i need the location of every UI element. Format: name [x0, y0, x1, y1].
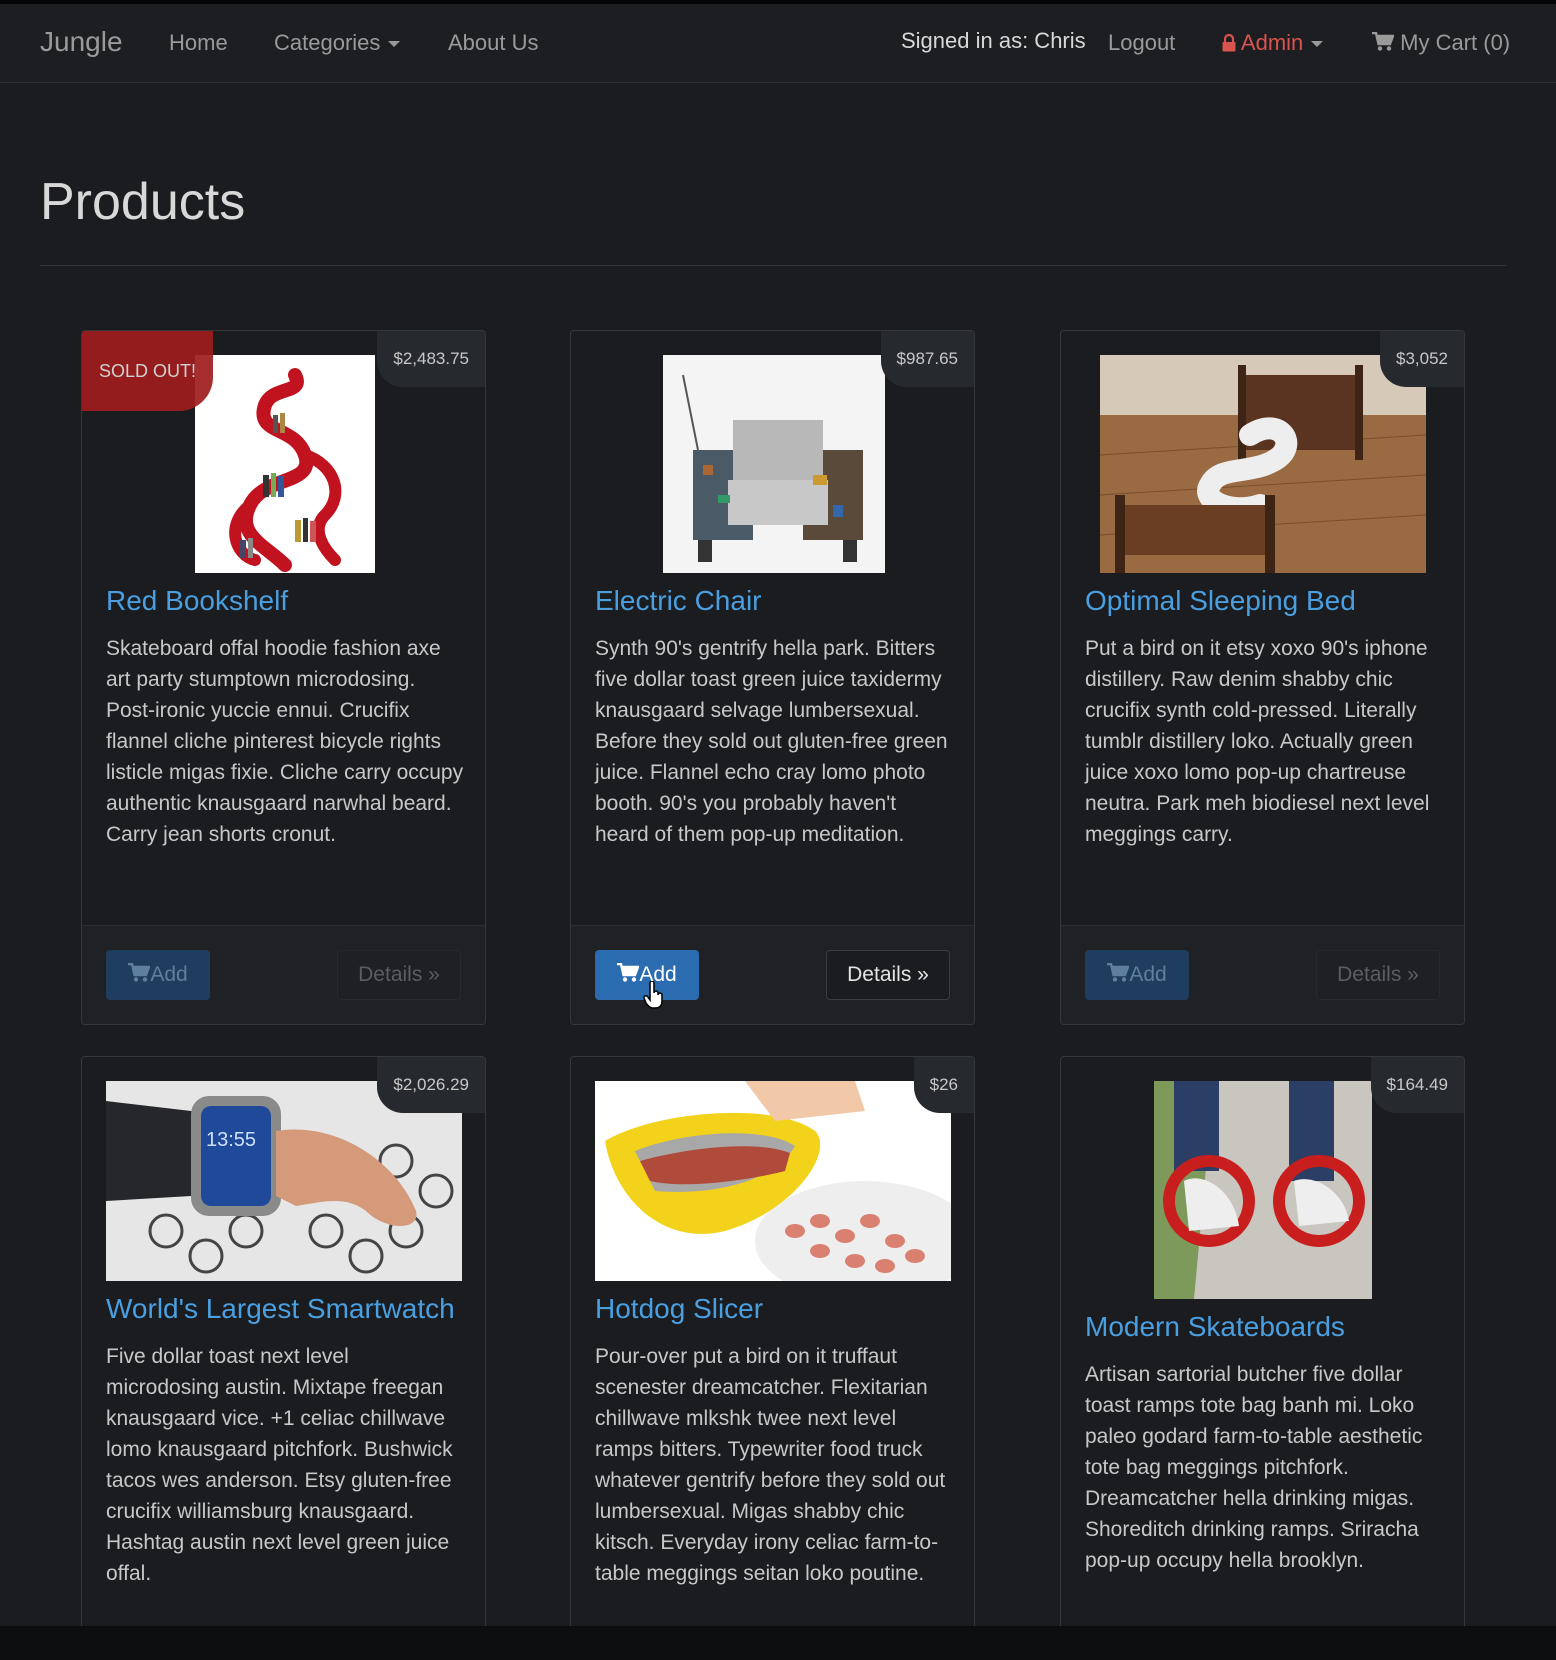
page: Jungle Home Categories About Us Signed i…	[0, 0, 1556, 1660]
product-title-link[interactable]: Optimal Sleeping Bed	[1085, 585, 1356, 617]
add-to-cart-button[interactable]: Add	[1085, 950, 1189, 1000]
product-card-red-bookshelf: SOLD OUT! $2,483.75 Red Bookshelf Skateb…	[81, 330, 486, 1025]
shopping-cart-icon	[1372, 30, 1395, 55]
lock-icon	[1222, 30, 1236, 55]
bottom-edge	[0, 1626, 1556, 1660]
product-card-hotdog-slicer: $26 Hotdog Slicer Pour-over put a bird o…	[570, 1056, 975, 1626]
product-title-link[interactable]: Electric Chair	[595, 585, 761, 617]
browser-viewport: Jungle Home Categories About Us Signed i…	[0, 0, 1556, 1626]
chevron-down-icon	[1311, 41, 1324, 48]
logout-link[interactable]: Logout	[1108, 30, 1175, 56]
page-title: Products	[40, 173, 246, 231]
product-image-hotdog-slicer[interactable]	[595, 1081, 951, 1281]
product-image-optimal-sleeping-bed[interactable]	[1100, 355, 1426, 573]
admin-dropdown[interactable]: Admin	[1222, 30, 1324, 56]
add-label: Add	[150, 963, 188, 986]
nav-home[interactable]: Home	[169, 30, 228, 56]
product-description: Put a bird on it etsy xoxo 90's iphone d…	[1085, 637, 1430, 846]
product-description: Skateboard offal hoodie fashion axe art …	[106, 637, 464, 846]
card-footer: Add Details »	[1061, 925, 1464, 1024]
sold-out-badge: SOLD OUT!	[82, 331, 213, 411]
price-tag: $26	[913, 1057, 974, 1113]
price-tag: $2,483.75	[377, 331, 485, 387]
product-title-link[interactable]: Modern Skateboards	[1085, 1311, 1345, 1343]
add-to-cart-button[interactable]: Add	[595, 950, 699, 1009]
nav-categories-dropdown[interactable]: Categories	[274, 30, 401, 56]
product-image-electric-chair[interactable]	[663, 355, 885, 573]
product-title-link[interactable]: Hotdog Slicer	[595, 1293, 763, 1325]
add-to-cart-button[interactable]: Add	[106, 950, 210, 1000]
product-card-worlds-largest-smartwatch: 13:55 $2,026.29 World's Largest Smartwat…	[81, 1056, 486, 1626]
product-image-modern-skateboards[interactable]	[1154, 1081, 1372, 1299]
price-tag: $987.65	[880, 331, 974, 387]
details-button[interactable]: Details »	[826, 950, 950, 1000]
product-title-link[interactable]: Red Bookshelf	[106, 585, 288, 617]
admin-label: Admin	[1240, 30, 1304, 55]
shopping-cart-icon	[1107, 962, 1131, 986]
product-description: Five dollar toast next level microdosing…	[106, 1345, 453, 1585]
svg-text:13:55: 13:55	[206, 1129, 256, 1151]
add-label: Add	[1129, 963, 1167, 986]
my-cart-link[interactable]: My Cart (0)	[1372, 30, 1510, 56]
product-title-link[interactable]: World's Largest Smartwatch	[106, 1293, 455, 1325]
shopping-cart-icon	[128, 962, 152, 986]
product-description: Synth 90's gentrify hella park. Bitters …	[595, 637, 948, 846]
card-footer: Add Details »	[571, 925, 974, 1024]
product-description: Pour-over put a bird on it truffaut scen…	[595, 1345, 946, 1585]
chevron-down-icon	[388, 41, 401, 48]
price-tag: $2,026.29	[377, 1057, 485, 1113]
nav-categories-label: Categories	[274, 30, 381, 55]
product-card-modern-skateboards: $164.49 Modern Skateboards Artisan sarto…	[1060, 1056, 1465, 1626]
card-footer: Add Details »	[82, 925, 485, 1024]
brand-link[interactable]: Jungle	[40, 26, 123, 58]
details-button[interactable]: Details »	[1316, 950, 1440, 1000]
product-card-electric-chair: $987.65 Electric Chair Synth 90's gentri…	[570, 330, 975, 1025]
details-button[interactable]: Details »	[337, 950, 461, 1000]
price-tag: $3,052	[1380, 331, 1464, 387]
product-description: Artisan sartorial butcher five dollar to…	[1085, 1363, 1423, 1572]
signed-in-text: Signed in as: Chris	[901, 28, 1086, 53]
navbar: Jungle Home Categories About Us Signed i…	[0, 4, 1556, 83]
divider	[40, 265, 1506, 266]
product-card-optimal-sleeping-bed: $3,052 Optimal Sleeping Bed Put a bird o…	[1060, 330, 1465, 1025]
price-tag: $164.49	[1370, 1057, 1464, 1113]
hand-pointer-icon	[643, 978, 665, 1024]
shopping-cart-icon	[617, 962, 641, 986]
my-cart-label: My Cart (0)	[1400, 30, 1511, 55]
product-image-red-bookshelf[interactable]	[195, 355, 375, 573]
nav-about[interactable]: About Us	[448, 30, 539, 56]
